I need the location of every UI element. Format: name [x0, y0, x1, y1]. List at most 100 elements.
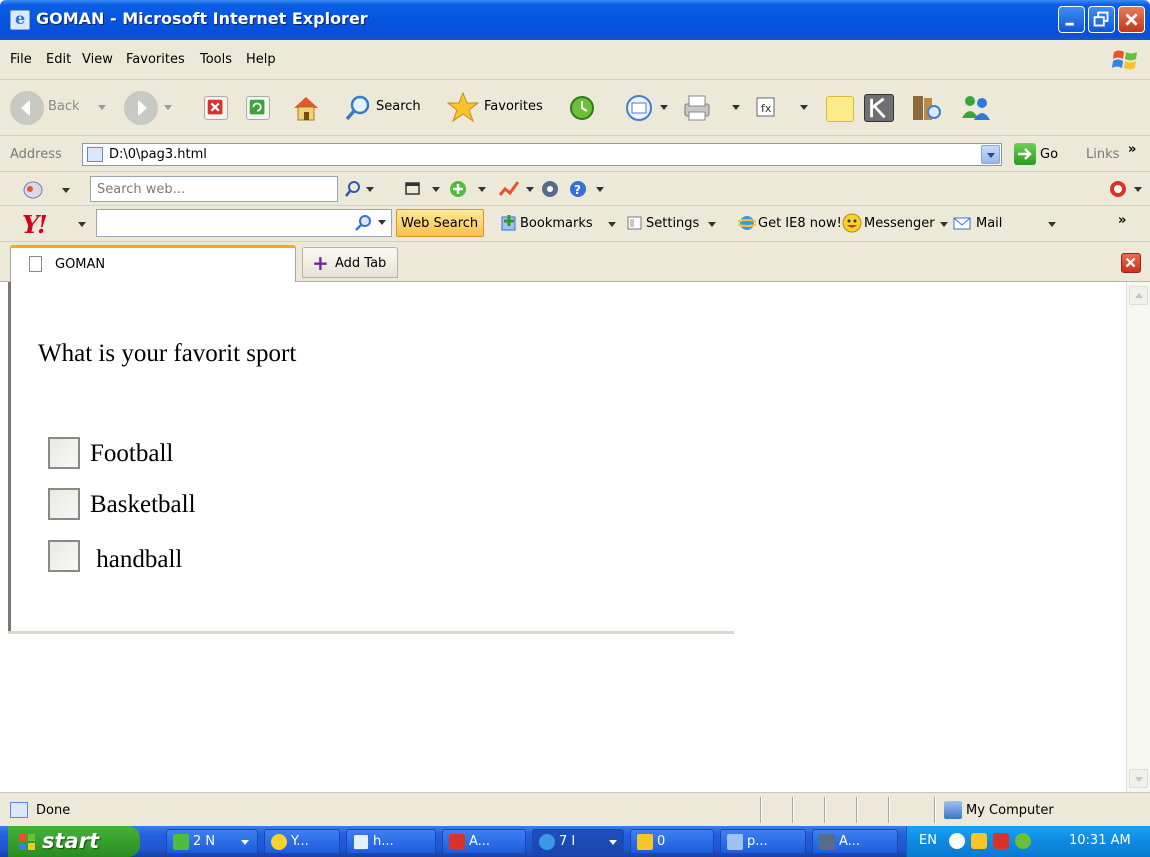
print-icon[interactable]: [680, 90, 714, 124]
links-label[interactable]: Links: [1086, 147, 1119, 162]
menu-favorites[interactable]: Favorites: [126, 52, 185, 67]
settings-dropdown-icon[interactable]: [708, 222, 716, 227]
forward-dropdown-icon[interactable]: [164, 105, 172, 110]
taskbar-item[interactable]: A...: [812, 829, 898, 854]
minimize-button[interactable]: [1058, 6, 1085, 33]
clock[interactable]: 10:31 AM: [1069, 833, 1131, 848]
menu-tools[interactable]: Tools: [200, 52, 232, 67]
window-dropdown-icon[interactable]: [432, 187, 440, 192]
toolbar-logo-dropdown-icon[interactable]: [62, 188, 70, 193]
handball-label[interactable]: handball: [90, 546, 182, 574]
close-tab-button[interactable]: [1121, 253, 1141, 273]
add-icon[interactable]: [448, 179, 468, 199]
add-dropdown-icon[interactable]: [478, 187, 486, 192]
search-go-dropdown-icon[interactable]: [366, 187, 374, 192]
bookmarks-button[interactable]: Bookmarks: [520, 216, 593, 231]
home-icon[interactable]: [290, 93, 322, 123]
back-label[interactable]: Back: [48, 99, 80, 114]
k-app-icon[interactable]: [864, 94, 894, 122]
bookmarks-dropdown-icon[interactable]: [608, 222, 616, 227]
web-search-button[interactable]: Web Search: [396, 209, 484, 237]
search-label[interactable]: Search: [376, 99, 421, 114]
radio-icon[interactable]: [540, 179, 560, 199]
settings-button[interactable]: Settings: [646, 216, 699, 231]
search-go-icon[interactable]: [344, 180, 362, 198]
ie-app-icon[interactable]: [10, 9, 30, 30]
messenger-button[interactable]: Messenger: [864, 216, 935, 231]
start-button[interactable]: start: [8, 826, 140, 857]
menu-view[interactable]: View: [82, 52, 113, 67]
menu-edit[interactable]: Edit: [46, 52, 71, 67]
edit-dropdown-icon[interactable]: [800, 105, 808, 110]
address-field[interactable]: D:\0\pag3.html: [82, 143, 1002, 166]
translate-icon[interactable]: [1108, 179, 1128, 199]
help-icon[interactable]: ?: [568, 179, 588, 199]
yahoo-logo[interactable]: Y!: [22, 210, 48, 239]
close-button[interactable]: [1118, 6, 1145, 33]
taskbar-item[interactable]: h...: [346, 829, 436, 854]
print-dropdown-icon[interactable]: [732, 105, 740, 110]
messenger-dropdown-icon[interactable]: [940, 222, 948, 227]
web-search-input[interactable]: [91, 177, 337, 201]
edit-icon[interactable]: fx: [754, 95, 778, 119]
forward-button[interactable]: [124, 91, 158, 125]
mail-icon[interactable]: [624, 93, 656, 123]
messenger-buddies-icon[interactable]: [958, 92, 994, 124]
yahoo-search-icon[interactable]: [354, 214, 374, 232]
football-label[interactable]: Football: [90, 440, 173, 468]
taskbar-item[interactable]: 2 N: [166, 829, 258, 854]
back-dropdown-icon[interactable]: [98, 105, 106, 110]
go-button[interactable]: [1014, 143, 1036, 165]
mail-dropdown-icon[interactable]: [1048, 222, 1056, 227]
tray-k-icon[interactable]: [993, 833, 1009, 849]
tray-expand-icon[interactable]: [949, 833, 965, 849]
yahoo-search-field[interactable]: [96, 209, 392, 237]
pencil-icon[interactable]: [498, 179, 520, 199]
restore-button[interactable]: [1088, 6, 1115, 33]
tray-user-icon[interactable]: [1015, 833, 1031, 849]
address-dropdown-icon[interactable]: [981, 145, 1000, 164]
go-label[interactable]: Go: [1040, 147, 1058, 162]
links-chevron-icon[interactable]: »: [1128, 142, 1136, 157]
history-icon[interactable]: [568, 94, 596, 122]
scroll-up-icon[interactable]: [1129, 286, 1148, 305]
favorites-label[interactable]: Favorites: [484, 99, 543, 114]
scroll-down-icon[interactable]: [1129, 769, 1148, 788]
taskbar-item[interactable]: A...: [442, 829, 526, 854]
help-dropdown-icon[interactable]: [596, 187, 604, 192]
toolbar-logo-icon[interactable]: [22, 180, 44, 200]
basketball-checkbox[interactable]: [48, 488, 80, 520]
taskbar-item[interactable]: p...: [720, 829, 806, 854]
search-icon[interactable]: [344, 94, 372, 122]
menu-help[interactable]: Help: [246, 52, 276, 67]
taskbar-item[interactable]: Y...: [264, 829, 340, 854]
pencil-dropdown-icon[interactable]: [526, 187, 534, 192]
handball-checkbox[interactable]: [48, 540, 80, 572]
research-icon[interactable]: [910, 92, 944, 124]
mail-button[interactable]: Mail: [976, 216, 1002, 231]
web-search-field[interactable]: [90, 176, 338, 202]
favorites-star-icon[interactable]: [446, 91, 480, 123]
yahoo-search-dropdown-icon[interactable]: [378, 220, 386, 225]
tray-messenger-icon[interactable]: [971, 833, 987, 849]
refresh-button[interactable]: [246, 96, 270, 120]
basketball-label[interactable]: Basketball: [90, 491, 196, 519]
language-indicator[interactable]: EN: [919, 833, 937, 848]
football-checkbox[interactable]: [48, 437, 80, 469]
tab-goman[interactable]: GOMAN: [10, 245, 296, 282]
get-ie8-button[interactable]: Get IE8 now!: [758, 216, 842, 231]
yahoo-more-chevron-icon[interactable]: »: [1118, 213, 1126, 228]
back-button[interactable]: [10, 91, 44, 125]
address-value[interactable]: D:\0\pag3.html: [109, 147, 207, 162]
add-tab-button[interactable]: + Add Tab: [302, 247, 398, 278]
vertical-scrollbar[interactable]: [1126, 282, 1150, 792]
taskbar-item[interactable]: 0: [630, 829, 714, 854]
translate-dropdown-icon[interactable]: [1134, 187, 1142, 192]
menu-file[interactable]: File: [10, 52, 32, 67]
yahoo-search-input[interactable]: [97, 210, 391, 236]
window-icon[interactable]: [404, 181, 422, 197]
mail-dropdown-icon[interactable]: [660, 105, 668, 110]
taskbar-item[interactable]: 7 I: [532, 829, 624, 854]
yahoo-menu-dropdown-icon[interactable]: [78, 222, 86, 227]
stop-button[interactable]: [204, 96, 228, 120]
